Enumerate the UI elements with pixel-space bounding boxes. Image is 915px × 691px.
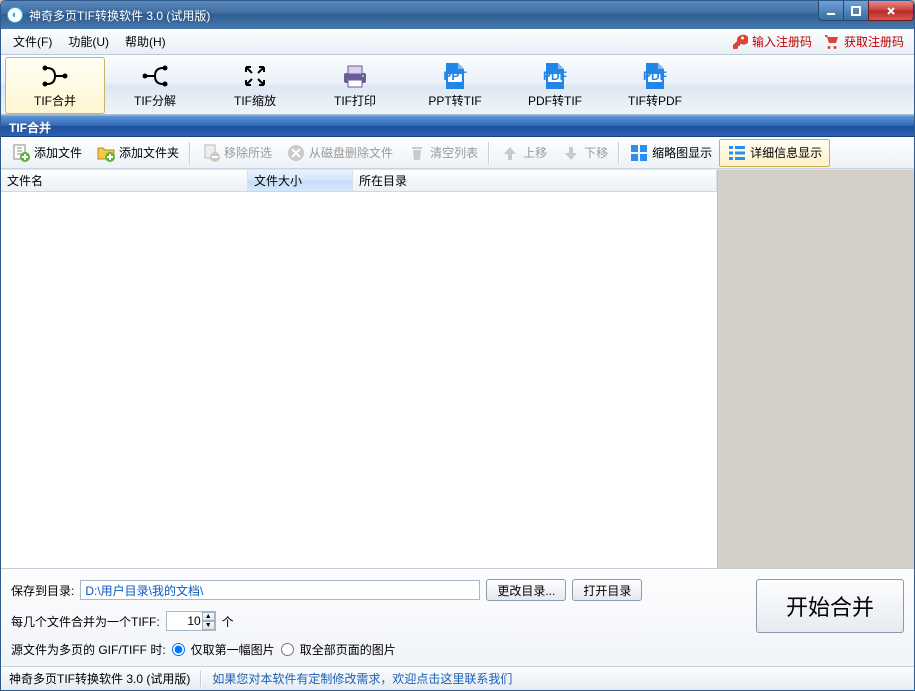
- add-file-button[interactable]: 添加文件: [5, 139, 88, 167]
- tab-tif-scale[interactable]: TIF缩放: [205, 57, 305, 114]
- section-title: TIF合并: [1, 115, 914, 137]
- status-app-name: 神奇多页TIF转换软件 3.0 (试用版): [9, 670, 190, 687]
- file-list-pane: 文件名 文件大小 所在目录: [1, 170, 717, 568]
- pdf-file-icon: PDF: [543, 62, 567, 90]
- multipage-label: 源文件为多页的 GIF/TIFF 时:: [11, 641, 166, 658]
- merge-icon: [40, 62, 70, 90]
- every-n-label: 每几个文件合并为一个TIFF:: [11, 613, 160, 630]
- thumbnail-view-button[interactable]: 缩略图显示: [624, 139, 717, 167]
- save-to-label: 保存到目录:: [11, 582, 74, 599]
- every-n-unit: 个: [222, 613, 234, 630]
- arrow-up-icon: [500, 143, 520, 163]
- open-dir-button[interactable]: 打开目录: [572, 579, 642, 601]
- status-contact-link[interactable]: 如果您对本软件有定制修改需求，欢迎点击这里联系我们: [212, 670, 512, 687]
- app-window: ◐ 神奇多页TIF转换软件 3.0 (试用版) 文件(F) 功能(U) 帮助(H…: [0, 0, 915, 691]
- change-dir-button[interactable]: 更改目录...: [486, 579, 566, 601]
- split-icon: [140, 62, 170, 90]
- content-area: 文件名 文件大小 所在目录: [1, 169, 914, 568]
- thumbnail-icon: [629, 143, 649, 163]
- delete-disk-icon: [286, 143, 306, 163]
- spin-down[interactable]: ▼: [202, 621, 215, 630]
- col-filesize[interactable]: 文件大小: [248, 170, 353, 191]
- radio-all-pages[interactable]: 取全部页面的图片: [281, 641, 396, 658]
- maximize-button[interactable]: [843, 1, 869, 21]
- close-button[interactable]: [868, 1, 914, 21]
- input-reg-code[interactable]: 输入注册码: [726, 33, 818, 50]
- arrow-down-icon: [561, 143, 581, 163]
- status-bar: 神奇多页TIF转换软件 3.0 (试用版) 如果您对本软件有定制修改需求，欢迎点…: [1, 666, 914, 690]
- pdf-file-icon-2: PDF: [643, 62, 667, 90]
- clear-list-button[interactable]: 清空列表: [401, 139, 484, 167]
- title-bar: ◐ 神奇多页TIF转换软件 3.0 (试用版): [1, 1, 914, 29]
- preview-pane: [717, 170, 914, 568]
- clear-icon: [407, 143, 427, 163]
- detail-view-button[interactable]: 详细信息显示: [719, 139, 830, 167]
- ppt-file-icon: PPT: [443, 62, 467, 90]
- file-list-body[interactable]: [1, 192, 717, 568]
- menu-function[interactable]: 功能(U): [60, 30, 117, 53]
- tab-tif-split[interactable]: TIF分解: [105, 57, 205, 114]
- col-filename[interactable]: 文件名: [1, 170, 248, 191]
- svg-text:PDF: PDF: [643, 69, 667, 83]
- spin-up[interactable]: ▲: [202, 612, 215, 621]
- cart-icon: [824, 34, 840, 50]
- window-controls: [819, 1, 914, 21]
- start-merge-button[interactable]: 开始合并: [756, 579, 904, 633]
- window-title: 神奇多页TIF转换软件 3.0 (试用版): [29, 7, 819, 24]
- menu-help[interactable]: 帮助(H): [117, 30, 174, 53]
- printer-icon: [340, 62, 370, 90]
- detail-icon: [727, 143, 747, 163]
- svg-text:PDF: PDF: [543, 69, 567, 83]
- col-directory[interactable]: 所在目录: [353, 170, 717, 191]
- main-toolbar: TIF合并 TIF分解 TIF缩放 TIF打印 PPT PPT转TIF PDF …: [1, 55, 914, 115]
- menu-bar: 文件(F) 功能(U) 帮助(H) 输入注册码 获取注册码: [1, 29, 914, 55]
- app-icon: ◐: [7, 7, 23, 23]
- delete-from-disk-button[interactable]: 从磁盘删除文件: [280, 139, 399, 167]
- scale-icon: [242, 62, 268, 90]
- add-folder-button[interactable]: 添加文件夹: [90, 139, 185, 167]
- remove-icon: [201, 143, 221, 163]
- tab-tif-merge[interactable]: TIF合并: [5, 57, 105, 114]
- tab-pdf-to-tif[interactable]: PDF PDF转TIF: [505, 57, 605, 114]
- add-file-icon: [11, 143, 31, 163]
- secondary-toolbar: 添加文件 添加文件夹 移除所选 从磁盘删除文件 清空列表 上移 下移: [1, 137, 914, 169]
- svg-text:PPT: PPT: [443, 69, 467, 83]
- bottom-panel: 保存到目录: 更改目录... 打开目录 每几个文件合并为一个TIFF: ▲▼ 个…: [1, 568, 914, 666]
- tab-tif-to-pdf[interactable]: PDF TIF转PDF: [605, 57, 705, 114]
- move-up-button[interactable]: 上移: [494, 139, 553, 167]
- key-icon: [732, 34, 748, 50]
- radio-first-page[interactable]: 仅取第一幅图片: [172, 641, 275, 658]
- save-path-input[interactable]: [80, 580, 480, 600]
- move-down-button[interactable]: 下移: [555, 139, 614, 167]
- minimize-button[interactable]: [818, 1, 844, 21]
- tab-tif-print[interactable]: TIF打印: [305, 57, 405, 114]
- menu-file[interactable]: 文件(F): [5, 30, 60, 53]
- tab-ppt-to-tif[interactable]: PPT PPT转TIF: [405, 57, 505, 114]
- add-folder-icon: [96, 143, 116, 163]
- remove-selected-button[interactable]: 移除所选: [195, 139, 278, 167]
- column-headers: 文件名 文件大小 所在目录: [1, 170, 717, 192]
- get-reg-code[interactable]: 获取注册码: [818, 33, 910, 50]
